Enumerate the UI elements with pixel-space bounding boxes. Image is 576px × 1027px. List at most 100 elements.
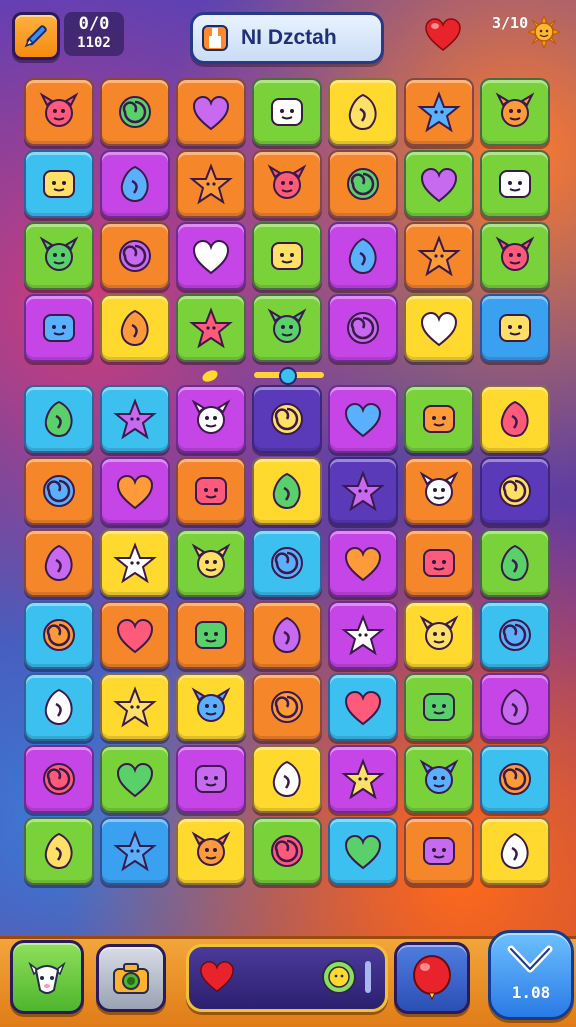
game-tile[interactable] (480, 673, 550, 741)
critter-icon (116, 474, 154, 510)
critter-icon (341, 470, 385, 512)
game-tile[interactable] (176, 222, 246, 290)
game-tile[interactable] (100, 222, 170, 290)
game-tile[interactable] (252, 457, 322, 525)
game-tile[interactable] (328, 745, 398, 813)
game-tile[interactable] (100, 529, 170, 597)
game-tile[interactable] (252, 601, 322, 669)
game-tile[interactable] (480, 745, 550, 813)
game-tile[interactable] (252, 78, 322, 146)
game-tile[interactable] (176, 78, 246, 146)
heart-icon[interactable] (199, 959, 235, 995)
critter-icon (44, 832, 73, 870)
game-tile[interactable] (100, 817, 170, 885)
game-tile[interactable] (176, 385, 246, 453)
game-tile[interactable] (24, 385, 94, 453)
game-tile[interactable] (328, 817, 398, 885)
game-tile[interactable] (100, 745, 170, 813)
game-tile[interactable] (404, 294, 474, 362)
game-tile[interactable] (176, 294, 246, 362)
game-tile[interactable] (252, 673, 322, 741)
game-tile[interactable] (176, 745, 246, 813)
game-tile[interactable] (24, 817, 94, 885)
game-tile[interactable] (404, 78, 474, 146)
game-tile[interactable] (480, 385, 550, 453)
game-tile[interactable] (480, 457, 550, 525)
game-tile[interactable] (404, 673, 474, 741)
game-tile[interactable] (100, 673, 170, 741)
game-tile[interactable] (328, 673, 398, 741)
game-tile[interactable] (328, 78, 398, 146)
game-tile[interactable] (24, 529, 94, 597)
game-tile[interactable] (100, 294, 170, 362)
game-tile[interactable] (252, 745, 322, 813)
sun-icon[interactable] (526, 14, 562, 50)
game-tile[interactable] (404, 745, 474, 813)
game-tile[interactable] (404, 817, 474, 885)
game-tile[interactable] (24, 673, 94, 741)
critter-icon (44, 400, 73, 438)
game-tile[interactable] (404, 150, 474, 218)
critter-icon (417, 235, 461, 277)
game-tile[interactable] (100, 457, 170, 525)
critter-icon (43, 763, 75, 795)
game-tile[interactable] (480, 78, 550, 146)
game-tile[interactable] (24, 457, 94, 525)
scroll-handle[interactable] (365, 961, 371, 993)
game-tile[interactable] (252, 222, 322, 290)
game-tile[interactable] (480, 294, 550, 362)
game-tile[interactable] (252, 817, 322, 885)
game-tile[interactable] (328, 150, 398, 218)
edit-button[interactable] (12, 12, 60, 60)
game-tile[interactable] (176, 529, 246, 597)
game-tile[interactable] (252, 385, 322, 453)
game-tile[interactable] (100, 385, 170, 453)
game-tile[interactable] (176, 601, 246, 669)
game-tile[interactable] (24, 150, 94, 218)
game-tile[interactable] (480, 529, 550, 597)
game-tile[interactable] (480, 601, 550, 669)
game-tile[interactable] (100, 78, 170, 146)
game-tile[interactable] (252, 529, 322, 597)
heart-icon[interactable] (424, 16, 462, 54)
game-tile[interactable] (252, 294, 322, 362)
game-tile[interactable] (480, 222, 550, 290)
pet-button[interactable] (10, 940, 84, 1014)
game-tile[interactable] (404, 601, 474, 669)
game-tile[interactable] (404, 385, 474, 453)
game-tile[interactable] (24, 78, 94, 146)
game-tile[interactable] (404, 529, 474, 597)
lives-button[interactable] (394, 942, 470, 1014)
game-tile[interactable] (24, 601, 94, 669)
game-tile[interactable] (100, 601, 170, 669)
game-tile[interactable] (24, 745, 94, 813)
game-tile[interactable] (176, 457, 246, 525)
coin-icon[interactable] (321, 959, 357, 995)
game-tile[interactable] (24, 294, 94, 362)
game-tile[interactable] (328, 294, 398, 362)
game-tile[interactable] (328, 457, 398, 525)
game-tile[interactable] (328, 222, 398, 290)
game-tile[interactable] (480, 150, 550, 218)
critter-icon (44, 688, 73, 726)
level-title-banner[interactable]: NI Dzctah (190, 12, 384, 64)
game-tile[interactable] (100, 150, 170, 218)
game-tile[interactable] (328, 385, 398, 453)
game-tile[interactable] (480, 817, 550, 885)
camera-button[interactable] (96, 944, 166, 1012)
game-tile[interactable] (176, 817, 246, 885)
confirm-button[interactable]: 1.08 (488, 930, 574, 1020)
critter-icon (113, 686, 157, 728)
game-tile[interactable] (176, 673, 246, 741)
game-tile[interactable] (328, 529, 398, 597)
critter-icon (423, 405, 455, 433)
game-tile[interactable] (404, 222, 474, 290)
game-tile[interactable] (176, 150, 246, 218)
game-tile[interactable] (252, 150, 322, 218)
game-tile[interactable] (328, 601, 398, 669)
critter-icon (191, 543, 231, 578)
game-tile[interactable] (24, 222, 94, 290)
critter-icon (191, 831, 231, 866)
game-tile[interactable] (404, 457, 474, 525)
coin-count: 3/10 (492, 14, 529, 32)
